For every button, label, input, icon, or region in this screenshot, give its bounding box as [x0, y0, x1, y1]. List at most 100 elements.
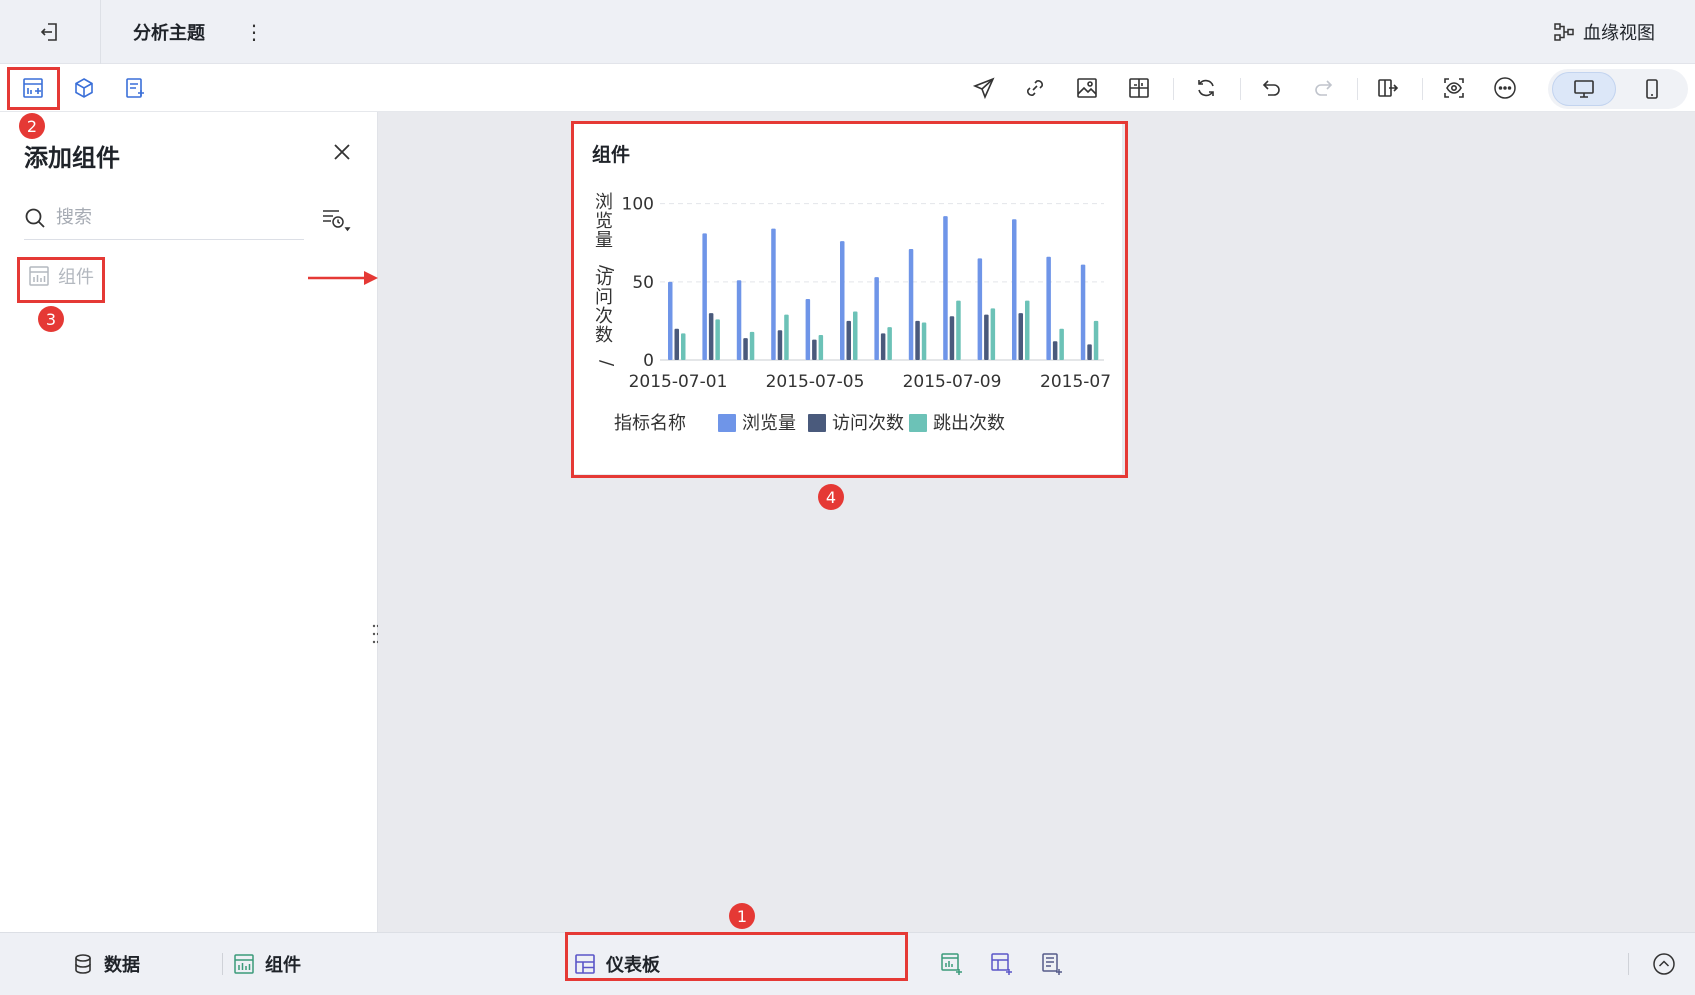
x-tick-label: 2015-07 — [1040, 372, 1111, 392]
add-component-panel: 添加组件 组件 — [0, 112, 380, 932]
bar-2 — [1087, 344, 1092, 360]
search-input[interactable] — [56, 207, 276, 228]
bar-3 — [715, 319, 720, 360]
add-dashboard-icon[interactable] — [986, 948, 1018, 980]
undo-icon[interactable] — [1254, 72, 1290, 104]
close-icon[interactable] — [326, 136, 358, 168]
lineage-icon — [1554, 23, 1574, 41]
top-bar: 分析主题 ⋮ 血缘视图 — [0, 0, 1695, 64]
bar-2 — [674, 328, 679, 360]
divider — [1357, 78, 1358, 100]
dashboard-canvas[interactable]: 组件 0 50 100 2015-07-01 2015-07-05 2015-07-09 2… — [378, 112, 1695, 932]
bar-3 — [784, 314, 789, 360]
bar-2 — [1018, 313, 1023, 360]
bar-3 — [749, 331, 755, 360]
bar-3 — [818, 334, 824, 360]
bar-2 — [880, 333, 886, 360]
lineage-view-button[interactable]: 血缘视图 — [1553, 18, 1655, 46]
bar-2 — [984, 314, 989, 360]
lineage-view-label: 血缘视图 — [1583, 23, 1655, 44]
chart-icon — [234, 954, 254, 974]
bar-3 — [681, 333, 686, 360]
legend-swatch — [718, 414, 736, 432]
data-tab[interactable]: 数据 — [72, 947, 140, 981]
collapse-up-icon[interactable] — [1648, 948, 1680, 980]
data-tab-label: 数据 — [104, 955, 140, 976]
panel-title: 添加组件 — [24, 144, 120, 172]
divider — [1240, 78, 1241, 100]
redo-icon[interactable] — [1305, 72, 1341, 104]
bar-2 — [1052, 341, 1058, 360]
legend-label: 访问次数 — [832, 413, 904, 434]
bar-1 — [1080, 264, 1086, 360]
device-switch — [1548, 69, 1688, 109]
mobile-view-button[interactable] — [1620, 72, 1684, 106]
more-vertical-icon[interactable]: ⋮ — [244, 18, 264, 46]
refresh-icon[interactable] — [1188, 72, 1224, 104]
exit-icon[interactable] — [36, 18, 64, 46]
bar-3 — [853, 311, 858, 360]
chart-widget[interactable]: 组件 0 50 100 2015-07-01 2015-07-05 2015-07-09 2… — [572, 124, 1122, 474]
bar-1 — [805, 299, 811, 360]
bar-2 — [777, 330, 783, 360]
bar-1 — [771, 228, 776, 360]
bar-3 — [1093, 320, 1099, 360]
dashboard-tab[interactable]: 仪表板 — [574, 947, 660, 981]
legend-label: 浏览量 — [742, 413, 796, 434]
step-badge-1: 1 — [729, 903, 755, 929]
bar-2 — [949, 316, 955, 360]
desktop-icon — [1574, 80, 1594, 98]
more-icon[interactable] — [1487, 72, 1523, 104]
add-chart-icon[interactable] — [936, 948, 968, 980]
y-tick-label: 50 — [632, 273, 654, 293]
y-tick-label: 100 — [622, 195, 654, 215]
dashboard-icon — [575, 954, 595, 974]
bar-2 — [708, 313, 714, 360]
bar-2 — [846, 320, 851, 360]
divider — [100, 0, 101, 64]
cube-icon[interactable] — [67, 72, 101, 104]
bar-chart: 0 50 100 2015-07-01 2015-07-05 2015-07-09 2015… — [595, 192, 1111, 434]
database-icon — [75, 954, 91, 974]
bar-3 — [921, 322, 927, 360]
bar-1 — [1012, 219, 1017, 360]
bar-3 — [887, 327, 892, 360]
bar-1 — [977, 258, 983, 360]
bar-1 — [943, 216, 948, 360]
dashboard-tab-label: 仪表板 — [606, 955, 660, 976]
add-component-icon[interactable] — [16, 72, 50, 104]
bar-3 — [1025, 300, 1030, 360]
component-list-item[interactable]: 组件 — [22, 258, 100, 294]
component-tab[interactable]: 组件 — [233, 947, 301, 981]
divider — [1628, 953, 1629, 975]
bar-1 — [1046, 256, 1051, 360]
add-report-icon[interactable] — [1036, 948, 1068, 980]
step-badge-2: 2 — [19, 113, 45, 139]
bar-1 — [874, 277, 879, 360]
bar-1 — [908, 248, 914, 360]
divider — [1422, 78, 1423, 100]
divider — [222, 953, 223, 975]
desktop-view-button[interactable] — [1552, 72, 1616, 106]
filter-sort-icon[interactable] — [316, 204, 356, 236]
bar-3 — [956, 300, 961, 360]
drag-arrow-icon — [308, 271, 378, 285]
layout-icon[interactable] — [1121, 72, 1157, 104]
step-badge-4: 4 — [818, 484, 844, 510]
page-title: 分析主题 — [133, 23, 205, 44]
image-edit-icon[interactable] — [1069, 72, 1105, 104]
bottom-bar: 数据 组件 仪表板 — [0, 932, 1695, 995]
toolbar — [0, 64, 1695, 112]
send-icon[interactable] — [966, 72, 1002, 104]
add-text-icon[interactable] — [118, 72, 152, 104]
link-icon[interactable] — [1017, 72, 1053, 104]
component-tab-label: 组件 — [265, 955, 301, 976]
bar-1 — [668, 281, 673, 360]
bar-1 — [736, 280, 742, 360]
bar-2 — [915, 320, 920, 360]
mobile-icon — [1646, 79, 1658, 99]
bar-chart-icon — [29, 266, 49, 286]
legend-swatch — [909, 414, 927, 432]
preview-icon[interactable] — [1436, 72, 1472, 104]
export-panel-icon[interactable] — [1370, 72, 1406, 104]
